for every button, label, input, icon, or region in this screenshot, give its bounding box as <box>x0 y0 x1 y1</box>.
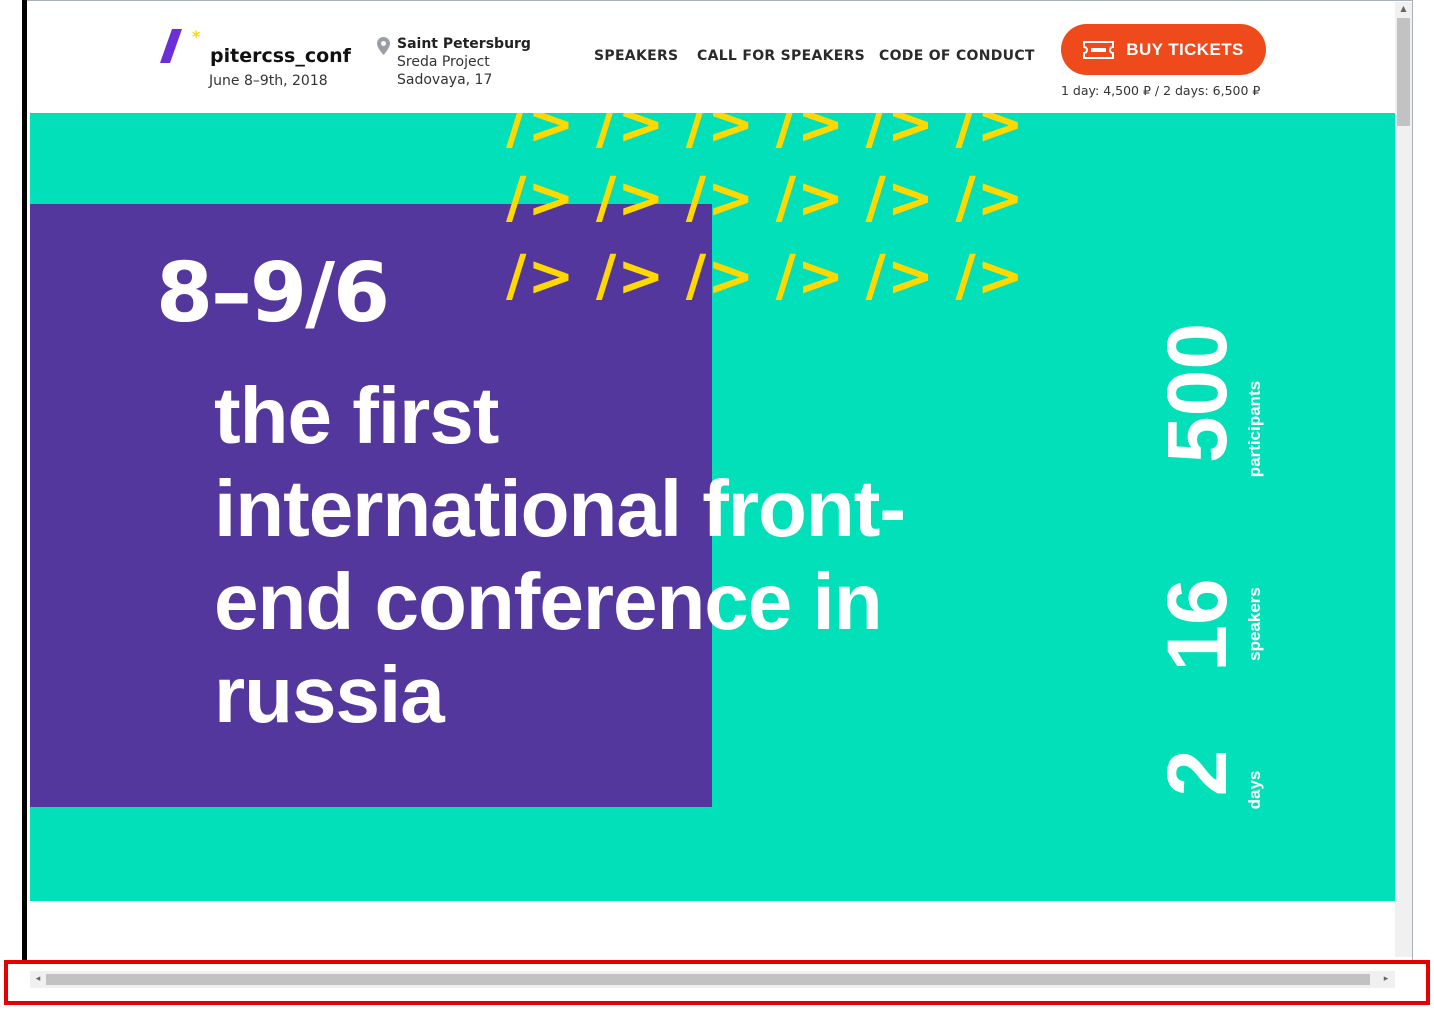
scroll-up-arrow-icon[interactable]: ▲ <box>1397 4 1410 16</box>
headline-line: russia <box>214 650 445 739</box>
stat-days-value: 2 <box>1150 749 1244 797</box>
headline-line: end conference in <box>214 557 883 646</box>
hero-section: /> /> /> /> /> /> /> /> /> /> /> /> /> /… <box>30 113 1395 901</box>
location-city: Saint Petersburg <box>397 36 531 52</box>
logo-slash-asterisk-icon[interactable]: * <box>160 27 201 63</box>
stat-speakers-value: 16 <box>1150 578 1244 672</box>
nav-code-of-conduct[interactable]: CODE OF CONDUCT <box>879 48 1035 64</box>
venue-location: Saint Petersburg Sreda Project Sadovaya,… <box>397 35 531 89</box>
vertical-scrollbar-thumb[interactable] <box>1397 18 1410 126</box>
headline-line: international front- <box>214 464 906 553</box>
slash-pattern-row: /> /> /> /> /> /> <box>506 244 1025 309</box>
nav-call-for-speakers[interactable]: CALL FOR SPEAKERS <box>697 48 865 64</box>
stat-days-label: days <box>1245 770 1264 810</box>
map-pin-icon <box>377 37 390 55</box>
vertical-scrollbar[interactable] <box>1395 2 1412 957</box>
ticket-prices: 1 day: 4,500 ₽ / 2 days: 6,500 ₽ <box>1061 83 1261 98</box>
headline-line: the first <box>214 371 499 460</box>
conference-dates: June 8–9th, 2018 <box>209 73 328 89</box>
slash-pattern-row: /> /> /> /> /> /> <box>506 166 1025 231</box>
stat-speakers-label: speakers <box>1245 587 1264 661</box>
svg-text:*: * <box>192 29 201 46</box>
buy-tickets-label: BUY TICKETS <box>1126 39 1244 59</box>
ticket-icon <box>1083 40 1115 59</box>
location-address: Sadovaya, 17 <box>397 72 493 88</box>
logo-text[interactable]: pitercss_conf <box>210 45 351 67</box>
scrollbar-highlight-box <box>4 960 1430 1005</box>
nav-speakers[interactable]: SPEAKERS <box>594 48 678 64</box>
slash-pattern-row: /> /> /> /> /> /> <box>506 113 1025 157</box>
page-viewport: * pitercss_conf June 8–9th, 2018 Saint P… <box>30 2 1395 957</box>
location-venue: Sreda Project <box>397 54 490 70</box>
stat-participants-label: participants <box>1245 380 1264 478</box>
stat-participants-value: 500 <box>1150 322 1244 464</box>
hero-headline: the first international front- end confe… <box>214 369 1114 741</box>
buy-tickets-button[interactable]: BUY TICKETS <box>1061 24 1266 75</box>
hero-date: 8–9/6 <box>156 246 390 341</box>
